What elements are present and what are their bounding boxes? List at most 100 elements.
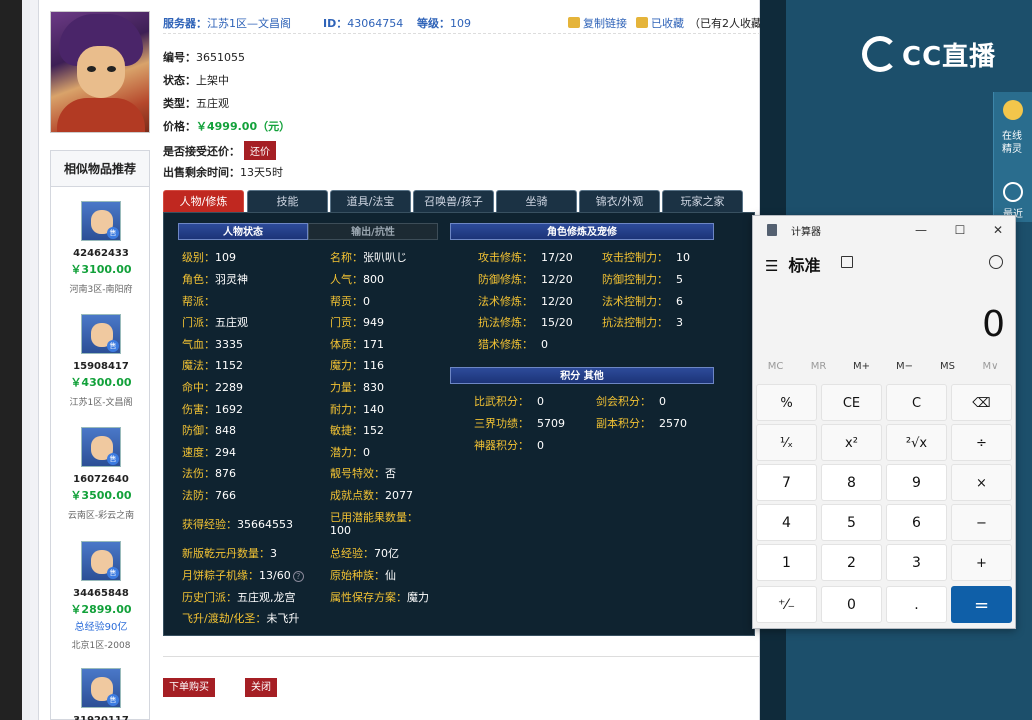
similar-item[interactable]: 售 16072640 ￥3500.00 云南区-彩云之南	[51, 427, 151, 521]
character-thumbnail[interactable]: 售	[81, 427, 121, 467]
negate-key[interactable]: ⁺⁄₋	[756, 586, 817, 623]
square-key[interactable]: x²	[821, 424, 882, 461]
browser-left-frame	[0, 0, 22, 720]
digit-6-key[interactable]: 6	[886, 504, 947, 541]
maximize-button[interactable]: ☐	[947, 220, 973, 240]
close-window-button[interactable]: ✕	[985, 220, 1011, 240]
sqrt-key[interactable]: ²√x	[886, 424, 947, 461]
similar-item-server: 河南3区-南阳府	[69, 285, 133, 295]
similar-items-panel: 相似物品推荐 售 42462433 ￥3100.00 河南3区-南阳府 售 15…	[50, 150, 150, 720]
tab-character[interactable]: 人物/修炼	[163, 190, 244, 212]
digit-4-key[interactable]: 4	[756, 504, 817, 541]
digit-1-key[interactable]: 1	[756, 544, 817, 581]
digit-0-key[interactable]: 0	[821, 586, 882, 623]
tab-mounts[interactable]: 坐骑	[496, 190, 577, 212]
clear-entry-key[interactable]: CE	[821, 384, 882, 421]
section-output-resistance[interactable]: 输出/抗性	[308, 223, 438, 240]
star-icon	[636, 17, 648, 28]
stat-race: 原始种族：仙	[330, 569, 396, 582]
backspace-key[interactable]: ⌫	[951, 384, 1012, 421]
similar-items-title: 相似物品推荐	[51, 151, 149, 187]
memory-subtract-button[interactable]: M−	[883, 361, 926, 372]
section-character-status[interactable]: 人物状态	[178, 223, 308, 240]
memory-add-button[interactable]: M+	[840, 361, 883, 372]
reciprocal-key[interactable]: ¹⁄ₓ	[756, 424, 817, 461]
subtract-key[interactable]: −	[951, 504, 1012, 541]
assistant-icon[interactable]	[1003, 100, 1023, 120]
character-avatar	[50, 11, 150, 133]
equals-key[interactable]: =	[951, 586, 1012, 623]
stat-speed: 速度：294	[182, 446, 236, 459]
digit-9-key[interactable]: 9	[886, 464, 947, 501]
memory-clear-button[interactable]: MC	[754, 361, 797, 372]
listing-container: 相似物品推荐 售 42462433 ￥3100.00 河南3区-南阳府 售 15…	[38, 0, 773, 720]
tab-skills[interactable]: 技能	[247, 190, 328, 212]
percent-key[interactable]: %	[756, 384, 817, 421]
tab-items[interactable]: 道具/法宝	[330, 190, 411, 212]
cult-resist: 抗法修炼： 15/20	[478, 316, 573, 329]
digit-2-key[interactable]: 2	[821, 544, 882, 581]
add-key[interactable]: +	[951, 544, 1012, 581]
history-icon[interactable]	[989, 255, 1003, 269]
stat-potential-fruit: 已用潜能果数量：	[330, 511, 418, 524]
cult-magic: 法术修炼： 12/20	[478, 295, 573, 308]
stat-agility: 敏捷：152	[330, 424, 384, 437]
assistant-label[interactable]: 在线精灵	[994, 130, 1030, 156]
character-thumbnail[interactable]: 售	[81, 314, 121, 354]
similar-item-server: 北京1区-2008	[71, 641, 131, 651]
stat-constitution: 体质：171	[330, 338, 384, 351]
character-thumbnail[interactable]: 售	[81, 541, 121, 581]
keep-on-top-icon[interactable]	[841, 256, 853, 268]
minimize-button[interactable]: —	[908, 220, 934, 240]
similar-item[interactable]: 售 15908417 ￥4300.00 江苏1区-文昌阁	[51, 314, 151, 408]
favorite-button[interactable]: 已收藏	[636, 15, 684, 31]
similar-item-exp: 总经验90亿	[74, 622, 128, 633]
points-sword: 剑会积分： 0	[596, 395, 666, 408]
character-thumbnail[interactable]: 售	[81, 201, 121, 241]
similar-item[interactable]: 售 42462433 ￥3100.00 河南3区-南阳府	[51, 201, 151, 295]
divide-key[interactable]: ÷	[951, 424, 1012, 461]
help-icon[interactable]: ?	[292, 571, 304, 582]
digit-3-key[interactable]: 3	[886, 544, 947, 581]
close-button[interactable]: 关闭	[245, 678, 277, 697]
stat-hp: 气血：3335	[182, 338, 243, 351]
id-value: 43064754	[347, 17, 404, 30]
tab-pets[interactable]: 召唤兽/孩子	[413, 190, 494, 212]
copy-link-button[interactable]: 复制链接	[568, 15, 627, 31]
bargain-button[interactable]: 还价	[244, 141, 276, 160]
points-pvp: 比武积分： 0	[474, 395, 544, 408]
tab-outfits[interactable]: 锦衣/外观	[579, 190, 660, 212]
tab-home[interactable]: 玩家之家	[662, 190, 743, 212]
id-label: ID：	[323, 17, 348, 30]
memory-list-button[interactable]: M∨	[969, 361, 1012, 372]
stat-guild-contrib: 帮贡：0	[330, 295, 370, 308]
stat-magic: 魔力：116	[330, 359, 384, 372]
info-number: 编号：3651055	[163, 51, 245, 64]
cult-defense-control: 防御控制力： 5	[602, 273, 683, 286]
similar-item[interactable]: 售 34465848 ￥2899.00 总经验90亿 北京1区-2008	[51, 541, 151, 651]
similar-item[interactable]: 售 31920117	[51, 668, 151, 720]
multiply-key[interactable]: ×	[951, 464, 1012, 501]
menu-icon[interactable]: ☰	[765, 257, 778, 275]
calculator-mode: ☰ 标准	[765, 256, 821, 275]
window-title: 计算器	[791, 227, 821, 238]
stat-endurance: 耐力：140	[330, 403, 384, 416]
character-thumbnail[interactable]: 售	[81, 668, 121, 708]
stat-popularity: 人气：800	[330, 273, 384, 286]
calculator-titlebar[interactable]: 计算器 — ☐ ✕	[753, 216, 1015, 244]
digit-7-key[interactable]: 7	[756, 464, 817, 501]
decimal-key[interactable]: .	[886, 586, 947, 623]
stat-magic-defense: 法防：766	[182, 489, 236, 502]
memory-recall-button[interactable]: MR	[797, 361, 840, 372]
stat-magic-damage: 法伤：876	[182, 467, 236, 480]
memory-store-button[interactable]: MS	[926, 361, 969, 372]
cc-logo-icon	[862, 36, 898, 72]
cc-live-logo: CC直播	[862, 34, 1002, 74]
clock-icon[interactable]	[1003, 182, 1023, 202]
digit-5-key[interactable]: 5	[821, 504, 882, 541]
digit-8-key[interactable]: 8	[821, 464, 882, 501]
buy-button[interactable]: 下单购买	[163, 678, 215, 697]
clear-key[interactable]: C	[886, 384, 947, 421]
similar-item-id: 16072640	[73, 474, 129, 485]
live-side-toolbar: 在线精灵 最近	[993, 92, 1032, 222]
